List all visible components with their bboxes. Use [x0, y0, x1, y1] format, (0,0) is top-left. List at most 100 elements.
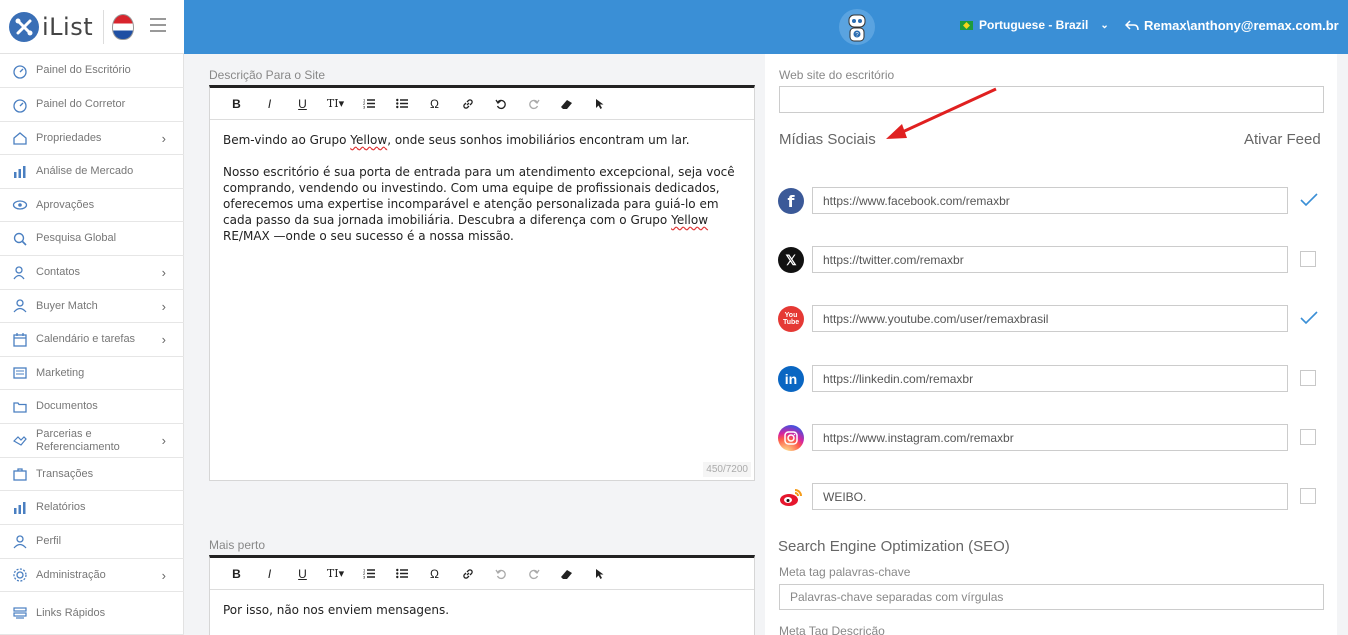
text-size-button[interactable]: TI▾ [319, 94, 352, 114]
sidebar-item-2[interactable]: Propriedades › [0, 122, 184, 155]
undo-button[interactable] [484, 94, 517, 114]
linkedin-url-input[interactable]: https://linkedin.com/remaxbr [812, 365, 1288, 392]
gear-icon [12, 567, 28, 583]
reply-arrow-icon [1125, 19, 1139, 30]
sidebar-item-12[interactable]: Transações [0, 458, 184, 491]
bold-button[interactable]: B [220, 94, 253, 114]
redo-button[interactable] [517, 564, 550, 584]
ilist-logo-icon [9, 12, 39, 42]
select-pointer-button[interactable] [583, 564, 616, 584]
home-icon [12, 130, 28, 146]
sidebar-item-label: Parcerias e Referenciamento [36, 427, 120, 453]
special-char-button[interactable]: Ω [418, 564, 451, 584]
sidebar-item-14[interactable]: Perfil [0, 525, 184, 559]
ordered-list-button[interactable]: 123 [352, 564, 385, 584]
youtube-feed-checkbox[interactable] [1300, 310, 1318, 326]
hamburger-menu-icon[interactable] [150, 18, 166, 32]
instagram-feed-checkbox[interactable] [1300, 429, 1316, 445]
linkedin-feed-checkbox[interactable] [1300, 370, 1316, 386]
sidebar: Painel do Escritório Painel do Corretor Pr… [0, 54, 184, 635]
logo-area: iList [0, 0, 184, 54]
eraser-button[interactable] [550, 564, 583, 584]
twitter-url-input[interactable]: https://twitter.com/remaxbr [812, 246, 1288, 273]
twitter-feed-checkbox[interactable] [1300, 251, 1316, 267]
assistant-robot-icon[interactable]: ? [838, 6, 876, 48]
sidebar-item-label: Documentos [36, 400, 98, 412]
undo-button[interactable] [484, 564, 517, 584]
sidebar-item-4[interactable]: Aprovações [0, 189, 184, 222]
sidebar-item-label: Painel do Corretor [36, 98, 126, 110]
facebook-url-input[interactable]: https://www.facebook.com/remaxbr [812, 187, 1288, 214]
user-icon [12, 534, 28, 550]
sidebar-item-11[interactable]: Parcerias e Referenciamento › [0, 424, 184, 458]
description-editor-body[interactable]: Bem-vindo ao Grupo Yellow, onde seus son… [210, 120, 754, 272]
description-label: Descrição Para o Site [209, 68, 326, 82]
italic-button[interactable]: I [253, 564, 286, 584]
language-selector[interactable]: Portuguese - Brazil ⌄ [960, 18, 1109, 32]
sidebar-item-0[interactable]: Painel do Escritório [0, 54, 184, 88]
facebook-feed-checkbox[interactable] [1300, 192, 1318, 208]
editor-toolbar: B I U TI▾ 1 2 3 Ω [210, 88, 754, 120]
sidebar-item-10[interactable]: Documentos [0, 390, 184, 424]
sidebar-item-label: Calendário e tarefas [36, 333, 136, 345]
underline-button[interactable]: U [286, 94, 319, 114]
bullet-list-button[interactable] [385, 564, 418, 584]
seo-keywords-input[interactable]: Palavras-chave separadas com vírgulas [779, 584, 1324, 610]
chevron-right-icon: › [161, 265, 166, 280]
sidebar-item-8[interactable]: Calendário e tarefas › [0, 323, 184, 357]
sidebar-item-3[interactable]: Análise de Mercado [0, 155, 184, 189]
linkedin-icon: in [778, 366, 804, 392]
link-button[interactable] [451, 564, 484, 584]
user-switch[interactable]: Remax\anthony@remax.com.br [1125, 18, 1339, 33]
underline-button[interactable]: U [286, 564, 319, 584]
sidebar-item-1[interactable]: Painel do Corretor [0, 88, 184, 122]
handshake-icon [12, 433, 28, 449]
activate-feed-label: Ativar Feed [1244, 131, 1321, 148]
sidebar-item-label: Administração [36, 568, 106, 581]
weibo-url-input[interactable]: WEIBO. [812, 483, 1288, 510]
instagram-url-input[interactable]: https://www.instagram.com/remaxbr [812, 424, 1288, 451]
ordered-list-button[interactable]: 123 [352, 94, 385, 114]
sidebar-item-16[interactable]: Links Rápidos [0, 592, 184, 635]
italic-button[interactable]: I [253, 94, 286, 114]
description-paragraph-2: Nosso escritório é sua porta de entrada … [223, 165, 735, 243]
sidebar-item-label: Análise de Mercado [36, 165, 134, 177]
facebook-icon-glyph: f [787, 191, 795, 211]
remax-balloon-icon [112, 14, 134, 40]
chevron-right-icon: › [161, 332, 166, 347]
sidebar-item-label: Pesquisa Global [36, 232, 117, 244]
briefcase-icon [12, 466, 28, 482]
sidebar-item-6[interactable]: Contatos › [0, 256, 184, 290]
eye-icon [12, 197, 28, 213]
folder-icon [12, 399, 28, 415]
chevron-right-icon: › [161, 130, 166, 146]
redo-button[interactable] [517, 94, 550, 114]
chevron-down-icon: ⌄ [1100, 19, 1109, 31]
checkmark-icon [1300, 193, 1318, 207]
logo-divider [103, 10, 104, 44]
special-char-button[interactable]: Ω [418, 94, 451, 114]
sidebar-item-5[interactable]: Pesquisa Global [0, 222, 184, 256]
eraser-button[interactable] [550, 94, 583, 114]
sidebar-item-15[interactable]: Administração › [0, 559, 184, 592]
bold-button[interactable]: B [220, 564, 253, 584]
closer-editor: B I U TI▾ 1 2 3 Ω Por isso, não nos enviem mens… [209, 555, 755, 635]
sidebar-item-7[interactable]: Buyer Match › [0, 290, 184, 323]
closer-editor-body[interactable]: Por isso, não nos enviem mensagens. [210, 590, 754, 635]
seo-description-label: Meta Tag Descrição [779, 624, 885, 635]
youtube-url-input[interactable]: https://www.youtube.com/user/remaxbrasil [812, 305, 1288, 332]
text-size-button[interactable]: TI▾ [319, 564, 352, 584]
sidebar-item-label: Transações [36, 467, 94, 480]
bullet-list-button[interactable] [385, 94, 418, 114]
linkedin-icon-glyph: in [784, 371, 798, 387]
sidebar-item-13[interactable]: Relatórios [0, 491, 184, 525]
link-button[interactable] [451, 94, 484, 114]
dashboard-icon [12, 97, 28, 113]
annotation-arrow [886, 87, 997, 139]
sidebar-item-label: Buyer Match [36, 299, 98, 312]
website-input[interactable] [779, 86, 1324, 113]
select-pointer-button[interactable] [583, 94, 616, 114]
search-icon [12, 231, 28, 247]
weibo-feed-checkbox[interactable] [1300, 488, 1316, 504]
sidebar-item-9[interactable]: Marketing [0, 357, 184, 390]
